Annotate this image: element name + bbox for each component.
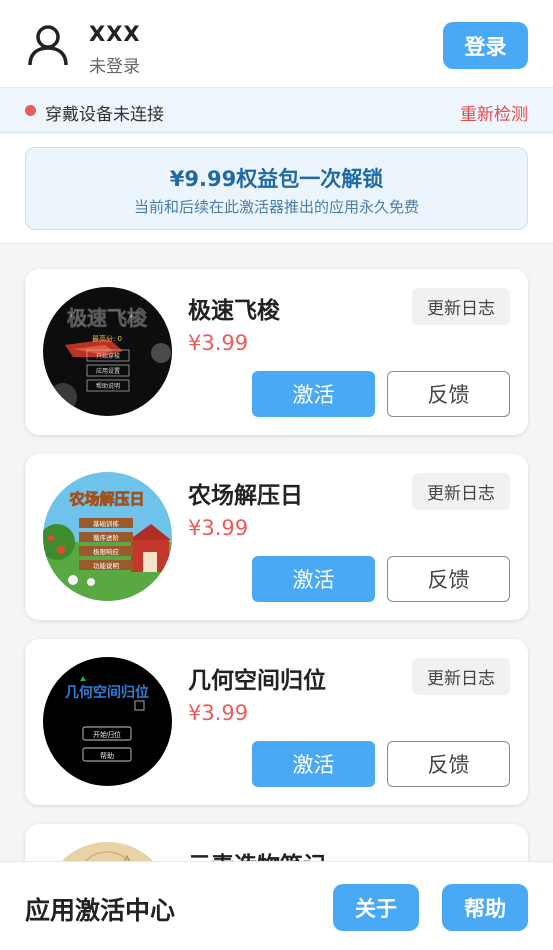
activate-button[interactable]: 激活 bbox=[252, 741, 375, 787]
device-status-bar: 穿戴设备未连接 重新检测 bbox=[0, 89, 553, 133]
app-thumbnail bbox=[43, 842, 172, 861]
app-price: ¥3.99 bbox=[188, 516, 249, 540]
thumb-menu-item: 极限响应 bbox=[93, 547, 120, 556]
app-price: ¥3.99 bbox=[188, 331, 249, 355]
app-name: 极速飞梭 bbox=[188, 298, 280, 324]
app-price: ¥3.99 bbox=[188, 701, 249, 725]
thumb-menu-item: 功能说明 bbox=[93, 561, 120, 570]
thumb-menu-item: 帮助 bbox=[100, 751, 114, 760]
app-card: 农场解压日 基础训练 循序进阶 极限响应 功能说明 农场解压日 ¥3.99 更新… bbox=[25, 454, 528, 620]
login-status: 未登录 bbox=[89, 57, 140, 77]
login-button[interactable]: 登录 bbox=[443, 22, 528, 69]
app-name: 元素造物笔记 bbox=[188, 846, 326, 861]
thumb-menu-item: 循序进阶 bbox=[93, 533, 120, 542]
help-button[interactable]: 帮助 bbox=[442, 884, 528, 931]
thumb-menu-item: 应用设置 bbox=[96, 367, 120, 375]
app-card: 元素造物笔记 bbox=[25, 824, 528, 861]
feedback-button[interactable]: 反馈 bbox=[387, 371, 510, 417]
promo-title: ¥9.99权益包一次解锁 bbox=[169, 167, 384, 191]
thumb-title: 极速飞梭 bbox=[67, 306, 148, 330]
update-log-button[interactable]: 更新日志 bbox=[412, 288, 510, 325]
app-thumbnail: 几何空间归位 开始归位 帮助 bbox=[43, 657, 172, 786]
thumb-score: 最高分: 0 bbox=[92, 334, 122, 343]
footer-title: 应用激活中心 bbox=[25, 896, 176, 925]
app-name: 几何空间归位 bbox=[188, 668, 326, 694]
thumb-menu-item: 开始穿梭 bbox=[96, 352, 120, 360]
app-card: 几何空间归位 开始归位 帮助 几何空间归位 ¥3.99 更新日志 激活 反馈 bbox=[25, 639, 528, 805]
thumb-title: 几何空间归位 bbox=[65, 684, 149, 701]
thumb-menu-item: 基础训练 bbox=[93, 519, 120, 528]
app-list[interactable]: 极速飞梭 最高分: 0 开始穿梭 应用设置 帮助说明 极速飞梭 ¥3.99 更新… bbox=[0, 244, 553, 861]
promo-subtitle: 当前和后续在此激活器推出的应用永久免费 bbox=[133, 198, 419, 216]
app-name: 农场解压日 bbox=[188, 483, 303, 509]
username: XXX bbox=[89, 22, 141, 46]
update-log-button[interactable]: 更新日志 bbox=[412, 658, 510, 695]
app-card: 极速飞梭 最高分: 0 开始穿梭 应用设置 帮助说明 极速飞梭 ¥3.99 更新… bbox=[25, 269, 528, 435]
activate-button[interactable]: 激活 bbox=[252, 371, 375, 417]
app-thumbnail: 农场解压日 基础训练 循序进阶 极限响应 功能说明 bbox=[43, 472, 172, 601]
recheck-link[interactable]: 重新检测 bbox=[460, 100, 528, 125]
status-dot-icon bbox=[25, 105, 36, 116]
header: XXX 未登录 登录 bbox=[0, 0, 553, 88]
promo-banner[interactable]: ¥9.99权益包一次解锁 当前和后续在此激活器推出的应用永久免费 bbox=[25, 147, 528, 230]
update-log-button[interactable]: 更新日志 bbox=[412, 473, 510, 510]
app-thumbnail: 极速飞梭 最高分: 0 开始穿梭 应用设置 帮助说明 bbox=[43, 287, 172, 416]
feedback-button[interactable]: 反馈 bbox=[387, 556, 510, 602]
user-icon bbox=[28, 25, 68, 66]
thumb-menu-item: 开始归位 bbox=[93, 730, 121, 739]
activate-button[interactable]: 激活 bbox=[252, 556, 375, 602]
promo-section: ¥9.99权益包一次解锁 当前和后续在此激活器推出的应用永久免费 bbox=[0, 134, 553, 244]
thumb-menu-item: 帮助说明 bbox=[96, 382, 120, 390]
feedback-button[interactable]: 反馈 bbox=[387, 741, 510, 787]
about-button[interactable]: 关于 bbox=[333, 884, 419, 931]
device-status-text: 穿戴设备未连接 bbox=[45, 105, 164, 125]
thumb-title: 农场解压日 bbox=[68, 490, 144, 508]
footer-bar: 应用激活中心 关于 帮助 bbox=[0, 861, 553, 950]
